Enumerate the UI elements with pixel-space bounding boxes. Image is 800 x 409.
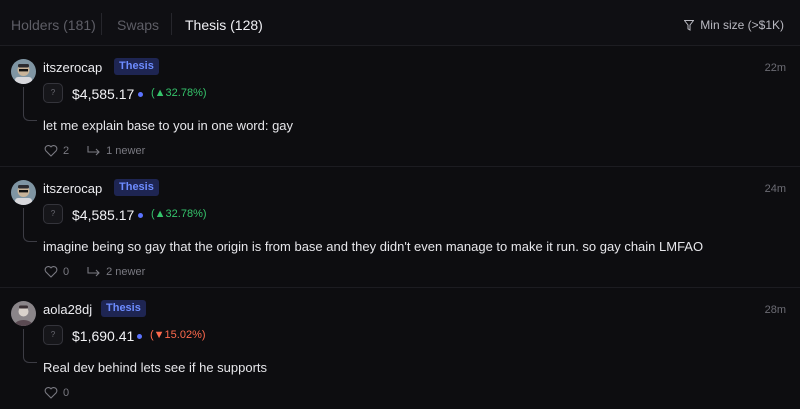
position-amount: $4,585.17 xyxy=(72,86,135,102)
like-button[interactable]: 2 xyxy=(44,144,69,157)
thesis-post: itszerocap Thesis 24m ? $4,585.17 (▲32.7… xyxy=(0,167,800,288)
filter-icon xyxy=(684,19,695,31)
replies-count: 1 newer xyxy=(106,144,146,157)
timestamp: 28m xyxy=(764,304,786,316)
replies-count: 2 newer xyxy=(106,265,146,278)
thesis-badge: Thesis xyxy=(114,58,159,75)
tab-divider xyxy=(101,13,102,35)
like-count: 0 xyxy=(63,265,70,278)
position-amount: $4,585.17 xyxy=(72,207,135,223)
thread-connector xyxy=(23,208,37,242)
pnl-change: (▲32.78%) xyxy=(151,208,207,220)
username[interactable]: itszerocap xyxy=(43,181,102,196)
min-size-filter[interactable]: Min size (>$1K) xyxy=(684,18,784,32)
post-message: Real dev behind lets see if he supports xyxy=(43,360,268,375)
chain-dot-icon xyxy=(138,92,143,97)
avatar[interactable] xyxy=(11,180,36,205)
post-message: imagine being so gay that the origin is … xyxy=(43,239,704,254)
like-count: 0 xyxy=(63,386,70,399)
chain-dot-icon xyxy=(137,334,142,339)
token-icon: ? xyxy=(43,83,63,103)
pnl-change: (▲32.78%) xyxy=(151,87,207,99)
avatar[interactable] xyxy=(11,301,36,326)
tab-holders[interactable]: Holders (181) xyxy=(11,17,96,33)
pnl-change: (▼15.02%) xyxy=(150,329,206,341)
thesis-post: itszerocap Thesis 22m ? $4,585.17 (▲32.7… xyxy=(0,46,800,167)
avatar[interactable] xyxy=(11,59,36,84)
reply-arrow-icon xyxy=(87,267,100,277)
like-button[interactable]: 0 xyxy=(44,386,69,399)
tab-thesis[interactable]: Thesis (128) xyxy=(185,17,263,33)
username[interactable]: aola28dj xyxy=(43,302,92,317)
token-icon: ? xyxy=(43,325,63,345)
reply-arrow-icon xyxy=(87,146,100,156)
tab-bar: Holders (181) Swaps Thesis (128) Min siz… xyxy=(0,0,800,46)
post-actions: 2 1 newer xyxy=(44,144,145,157)
token-icon: ? xyxy=(43,204,63,224)
thesis-badge: Thesis xyxy=(114,179,159,196)
post-actions: 0 2 newer xyxy=(44,265,145,278)
thesis-badge: Thesis xyxy=(101,300,146,317)
thesis-post: aola28dj Thesis 28m ? $1,690.41 (▼15.02%… xyxy=(0,288,800,409)
position-amount: $1,690.41 xyxy=(72,328,135,344)
replies-link[interactable]: 2 newer xyxy=(87,265,145,278)
post-actions: 0 xyxy=(44,386,69,399)
timestamp: 24m xyxy=(764,183,786,195)
like-count: 2 xyxy=(63,144,70,157)
tab-swaps[interactable]: Swaps xyxy=(117,17,159,33)
replies-link[interactable]: 1 newer xyxy=(87,144,145,157)
heart-icon xyxy=(44,144,58,157)
post-message: let me explain base to you in one word: … xyxy=(43,118,294,133)
timestamp: 22m xyxy=(764,62,786,74)
username[interactable]: itszerocap xyxy=(43,60,102,75)
heart-icon xyxy=(44,386,58,399)
chain-dot-icon xyxy=(138,213,143,218)
filter-label: Min size (>$1K) xyxy=(700,18,784,32)
thread-connector xyxy=(23,329,37,363)
heart-icon xyxy=(44,265,58,278)
like-button[interactable]: 0 xyxy=(44,265,69,278)
thread-connector xyxy=(23,87,37,121)
tab-divider xyxy=(171,13,172,35)
